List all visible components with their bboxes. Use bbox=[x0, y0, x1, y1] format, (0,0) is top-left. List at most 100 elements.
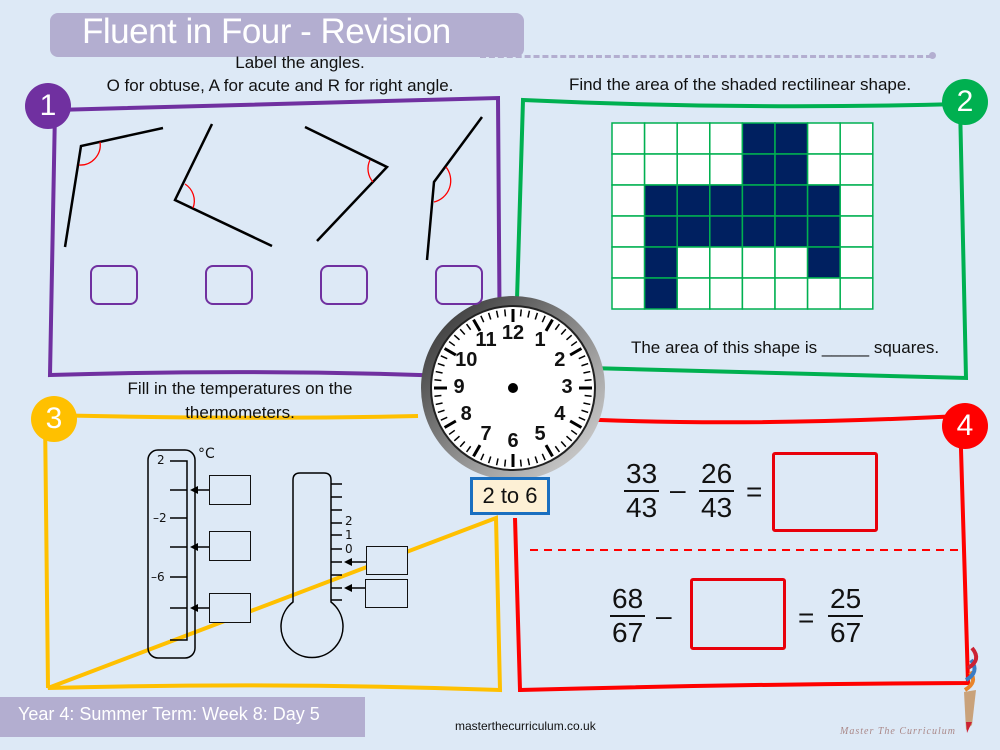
grid-cell-empty bbox=[741, 246, 776, 279]
lesson-label: Year 4: Summer Term: Week 8: Day 5 bbox=[18, 704, 320, 724]
q1-instruction-line2: O for obtuse, A for acute and R for righ… bbox=[106, 76, 454, 95]
temp-answer-box[interactable] bbox=[209, 531, 251, 561]
q3-instruction-line2: thermometers. bbox=[185, 403, 295, 422]
thermometer-1-label: 2 bbox=[157, 453, 165, 467]
eq2-answer-box[interactable] bbox=[690, 578, 786, 650]
thermometer-1-arrows bbox=[190, 486, 198, 612]
temp-answer-box[interactable] bbox=[209, 593, 251, 623]
grid-cell-empty bbox=[839, 277, 874, 310]
numerator: 33 bbox=[624, 458, 660, 492]
angle-3-answer-box[interactable] bbox=[320, 265, 368, 305]
clock-number: 8 bbox=[460, 403, 472, 425]
clock-number: 9 bbox=[453, 376, 465, 398]
grid-cell-empty bbox=[643, 153, 678, 186]
grid-cell-empty bbox=[643, 122, 678, 155]
grid-cell-empty bbox=[839, 153, 874, 186]
q3-frame bbox=[43, 413, 503, 693]
thermometer-2-label: 0 bbox=[345, 542, 353, 556]
brand-name: Master The Curriculum bbox=[840, 726, 956, 737]
thermometer-1 bbox=[147, 449, 210, 659]
angle-2-answer-box[interactable] bbox=[205, 265, 253, 305]
angle-1 bbox=[63, 126, 164, 248]
denominator: 67 bbox=[612, 617, 644, 648]
clock-time-label: 2 to 6 bbox=[470, 477, 550, 515]
q2-instruction: Find the area of the shaded rectilinear … bbox=[568, 75, 912, 94]
grid-cell-shaded bbox=[774, 153, 809, 186]
minute-tick bbox=[584, 394, 592, 398]
minute-tick bbox=[519, 459, 523, 467]
equals-sign: = bbox=[798, 602, 815, 633]
thermometer-1-label: –2 bbox=[153, 511, 167, 525]
thermometer-2-label: 2 bbox=[345, 514, 353, 528]
clock-center bbox=[508, 383, 518, 393]
grid-cell-shaded bbox=[806, 184, 841, 217]
denominator: 67 bbox=[830, 617, 862, 648]
minus-sign: – bbox=[656, 600, 672, 631]
grid-cell-empty bbox=[839, 184, 874, 217]
clock-number: 12 bbox=[501, 322, 525, 344]
grid-cell-shaded bbox=[806, 215, 841, 248]
grid-cell-empty bbox=[709, 153, 744, 186]
grid-cell-empty bbox=[839, 122, 874, 155]
grid-cell-shaded bbox=[643, 184, 678, 217]
numerator: 25 bbox=[828, 583, 864, 617]
q1-angles bbox=[63, 116, 484, 261]
clock-number: 5 bbox=[534, 422, 546, 445]
eq2-fraction-c: 25 67 bbox=[828, 583, 864, 649]
equals-sign: = bbox=[746, 476, 763, 507]
grid-cell-empty bbox=[741, 277, 776, 310]
grid-cell-empty bbox=[709, 277, 744, 310]
angle-1-answer-box[interactable] bbox=[90, 265, 138, 305]
q3-instruction-line1: Fill in the temperatures on the bbox=[127, 379, 353, 398]
eq1-fraction-a: 33 43 bbox=[624, 458, 660, 524]
eq1-fraction-b: 26 43 bbox=[699, 458, 735, 524]
numerator: 68 bbox=[610, 583, 646, 617]
minute-tick bbox=[434, 394, 442, 398]
grid-cell-shaded bbox=[741, 122, 776, 155]
grid-cell-empty bbox=[709, 122, 744, 155]
minus-sign: – bbox=[670, 474, 686, 505]
grid-cell-shaded bbox=[643, 246, 678, 279]
grid-cell-shaded bbox=[741, 153, 776, 186]
grid-cell-empty bbox=[806, 277, 841, 310]
grid-cell-shaded bbox=[643, 215, 678, 248]
q1-frame bbox=[47, 95, 503, 381]
grid-cell-empty bbox=[676, 153, 711, 186]
grid-cell-shaded bbox=[709, 184, 744, 217]
thermometer-2 bbox=[280, 472, 367, 659]
clock-number: 7 bbox=[480, 422, 492, 445]
grid-cell-empty bbox=[611, 184, 646, 217]
eq1-answer-box[interactable] bbox=[772, 452, 878, 532]
grid-cell-shaded bbox=[774, 215, 809, 248]
clock-number: 3 bbox=[561, 376, 573, 398]
q4-number-badge: 4 bbox=[942, 403, 988, 449]
grid-cell-empty bbox=[774, 246, 809, 279]
angle-4-answer-box[interactable] bbox=[435, 265, 483, 305]
minute-tick bbox=[584, 378, 592, 382]
numerator: 26 bbox=[699, 458, 735, 492]
temp-answer-box[interactable] bbox=[365, 579, 408, 608]
grid-cell-empty bbox=[611, 122, 646, 155]
q2-grid bbox=[611, 122, 874, 310]
clock-number: 6 bbox=[507, 430, 519, 452]
grid-cell-empty bbox=[676, 277, 711, 310]
angle-3 bbox=[304, 125, 390, 242]
clock-number: 11 bbox=[475, 329, 497, 352]
website-link[interactable]: masterthecurriculum.co.uk bbox=[455, 719, 596, 733]
thermometer-2-label: 1 bbox=[345, 528, 353, 542]
thermometer-unit: °C bbox=[198, 446, 215, 462]
q2-answer-sentence: The area of this shape is _____ squares. bbox=[630, 338, 940, 357]
thermometer-1-label: –6 bbox=[151, 570, 165, 584]
grid-cell-shaded bbox=[709, 215, 744, 248]
clock-number: 2 bbox=[554, 349, 566, 371]
grid-cell-shaded bbox=[806, 246, 841, 279]
angle-2 bbox=[173, 123, 273, 248]
temp-answer-box[interactable] bbox=[366, 546, 408, 575]
grid-cell-shaded bbox=[676, 184, 711, 217]
grid-cell-empty bbox=[676, 246, 711, 279]
q1-instruction-line1: Label the angles. bbox=[235, 53, 365, 72]
temp-answer-box[interactable] bbox=[209, 475, 251, 505]
q1-angle-arcs bbox=[78, 141, 452, 209]
grid-cell-shaded bbox=[774, 184, 809, 217]
grid-cell-shaded bbox=[774, 122, 809, 155]
